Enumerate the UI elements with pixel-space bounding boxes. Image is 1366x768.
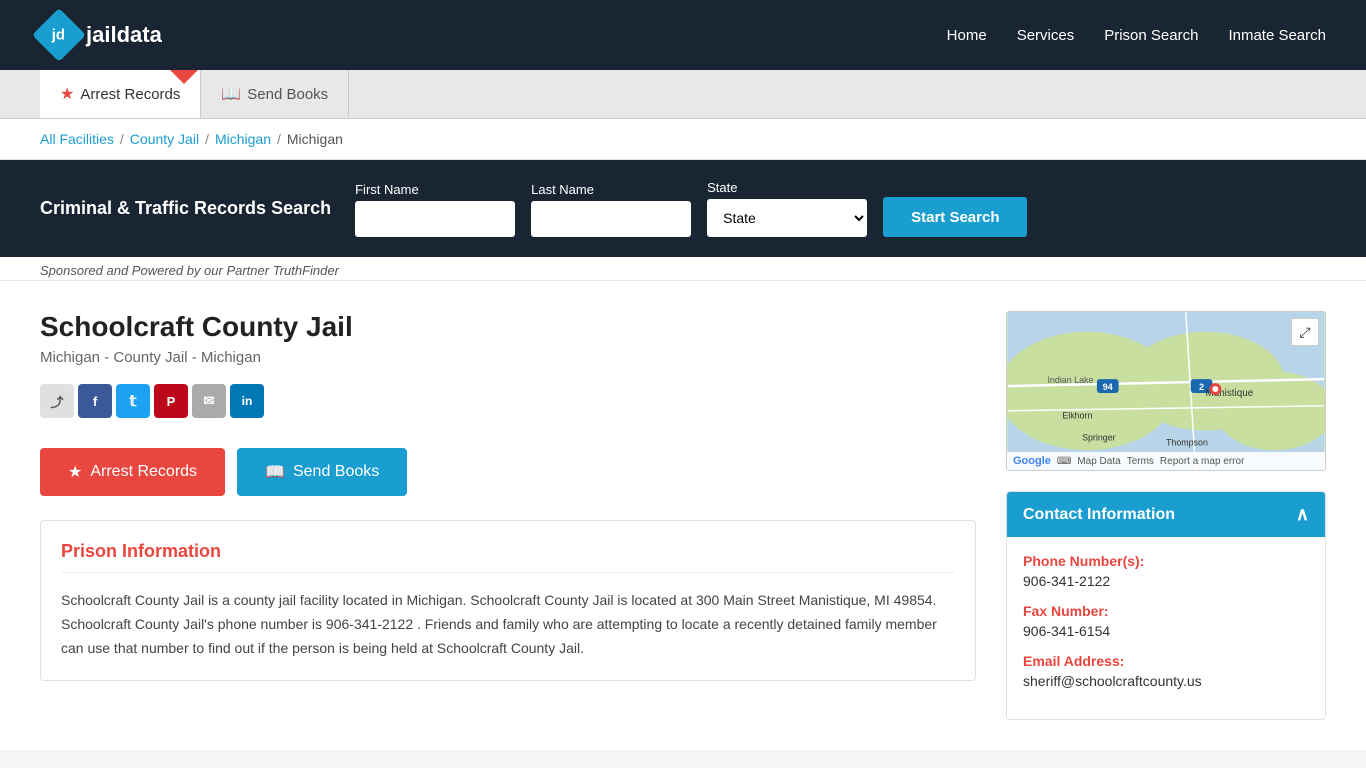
content-left: Schoolcraft County Jail Michigan - Count… — [40, 311, 976, 720]
contact-body: Phone Number(s): 906-341-2122 Fax Number… — [1007, 537, 1325, 719]
report-error-link[interactable]: Report a map error — [1160, 456, 1244, 467]
email-value: sheriff@schoolcraftcounty.us — [1023, 673, 1309, 689]
phone-label: Phone Number(s): — [1023, 553, 1309, 569]
start-search-button[interactable]: Start Search — [883, 197, 1027, 237]
logo-diamond: jd — [32, 8, 86, 62]
send-books-label: Send Books — [293, 463, 379, 481]
breadcrumb-sep-3: / — [277, 131, 281, 147]
svg-text:94: 94 — [1103, 382, 1113, 392]
social-twitter-button[interactable]: 𝕥 — [116, 384, 150, 418]
breadcrumb-sep-1: / — [120, 131, 124, 147]
prison-info-card: Prison Information Schoolcraft County Ja… — [40, 520, 976, 681]
terms-link[interactable]: Terms — [1127, 456, 1154, 467]
breadcrumb-current: Michigan — [287, 131, 343, 147]
nav-links: Home Services Prison Search Inmate Searc… — [947, 27, 1326, 44]
star-icon-btn: ★ — [68, 462, 82, 482]
map-svg: 94 2 Indian Lake Elkhorn Manistique Spri… — [1007, 312, 1325, 470]
prison-info-text: Schoolcraft County Jail is a county jail… — [61, 589, 955, 660]
search-banner-title: Criminal & Traffic Records Search — [40, 196, 331, 221]
send-books-button[interactable]: 📖 Send Books — [237, 448, 407, 496]
brand-logo[interactable]: jd jaildata — [40, 16, 162, 54]
social-icons: ⤴ f 𝕥 P ✉ in — [40, 384, 976, 418]
social-facebook-button[interactable]: f — [78, 384, 112, 418]
map-data-link[interactable]: Map Data — [1077, 456, 1120, 467]
fax-value: 906-341-6154 — [1023, 623, 1309, 639]
breadcrumb-county-jail[interactable]: County Jail — [130, 131, 199, 147]
tab-arrest-records-label: Arrest Records — [80, 86, 180, 103]
svg-text:Indian Lake: Indian Lake — [1048, 375, 1094, 385]
breadcrumb-all-facilities[interactable]: All Facilities — [40, 131, 114, 147]
breadcrumb-michigan-link[interactable]: Michigan — [215, 131, 271, 147]
fax-label: Fax Number: — [1023, 603, 1309, 619]
search-fields: First Name Last Name State State Alabama… — [355, 180, 1326, 237]
last-name-field: Last Name — [531, 182, 691, 237]
sub-nav: ★ Arrest Records 📖 Send Books — [0, 70, 1366, 119]
breadcrumb: All Facilities / County Jail / Michigan … — [0, 119, 1366, 160]
book-icon: 📖 — [221, 84, 241, 104]
map-footer: Google ⌨ Map Data Terms Report a map err… — [1007, 452, 1325, 470]
book-icon-btn: 📖 — [265, 462, 285, 482]
search-banner: Criminal & Traffic Records Search First … — [0, 160, 1366, 257]
nav-home[interactable]: Home — [947, 27, 987, 44]
first-name-input[interactable] — [355, 201, 515, 237]
social-pinterest-button[interactable]: P — [154, 384, 188, 418]
map-container: 94 2 Indian Lake Elkhorn Manistique Spri… — [1006, 311, 1326, 471]
last-name-label: Last Name — [531, 182, 691, 197]
map-expand-button[interactable]: ⤢ — [1291, 318, 1319, 346]
nav-prison-search[interactable]: Prison Search — [1104, 27, 1198, 44]
contact-title: Contact Information — [1023, 506, 1175, 524]
phone-value: 906-341-2122 — [1023, 573, 1309, 589]
chevron-up-icon: ∧ — [1296, 504, 1309, 525]
social-share-button[interactable]: ⤴ — [40, 384, 74, 418]
action-buttons: ★ Arrest Records 📖 Send Books — [40, 448, 976, 496]
email-label: Email Address: — [1023, 653, 1309, 669]
prison-info-title: Prison Information — [61, 541, 955, 573]
facility-subtitle: Michigan - County Jail - Michigan — [40, 349, 976, 366]
nav-services[interactable]: Services — [1017, 27, 1075, 44]
brand-name: jaildata — [86, 22, 162, 48]
contact-card: Contact Information ∧ Phone Number(s): 9… — [1006, 491, 1326, 720]
arrest-records-label: Arrest Records — [90, 463, 197, 481]
content-right: 94 2 Indian Lake Elkhorn Manistique Spri… — [1006, 311, 1326, 720]
contact-header[interactable]: Contact Information ∧ — [1007, 492, 1325, 537]
logo-text: jd — [52, 27, 65, 44]
tab-arrest-records[interactable]: ★ Arrest Records — [40, 70, 201, 118]
main-content: Schoolcraft County Jail Michigan - Count… — [0, 281, 1366, 750]
tab-send-books-label: Send Books — [247, 86, 328, 103]
state-select[interactable]: State AlabamaAlaskaArizona ArkansasCalif… — [707, 199, 867, 237]
tab-send-books[interactable]: 📖 Send Books — [201, 70, 349, 118]
brand-suffix: data — [117, 22, 162, 47]
star-icon: ★ — [60, 84, 74, 104]
svg-text:Thompson: Thompson — [1166, 437, 1208, 447]
svg-text:Springer: Springer — [1082, 432, 1116, 442]
sponsored-text: Sponsored and Powered by our Partner Tru… — [0, 257, 1366, 281]
state-field: State State AlabamaAlaskaArizona Arkansa… — [707, 180, 867, 237]
google-logo: Google — [1013, 455, 1051, 467]
svg-text:2: 2 — [1199, 382, 1204, 392]
facility-title: Schoolcraft County Jail — [40, 311, 976, 343]
keyboard-icon: ⌨ — [1057, 456, 1071, 467]
last-name-input[interactable] — [531, 201, 691, 237]
first-name-label: First Name — [355, 182, 515, 197]
nav-inmate-search[interactable]: Inmate Search — [1228, 27, 1326, 44]
navbar: jd jaildata Home Services Prison Search … — [0, 0, 1366, 70]
breadcrumb-sep-2: / — [205, 131, 209, 147]
arrest-records-button[interactable]: ★ Arrest Records — [40, 448, 225, 496]
first-name-field: First Name — [355, 182, 515, 237]
social-linkedin-button[interactable]: in — [230, 384, 264, 418]
brand-prefix: jail — [86, 22, 117, 47]
state-label: State — [707, 180, 867, 195]
svg-text:Elkhorn: Elkhorn — [1062, 411, 1092, 421]
social-email-button[interactable]: ✉ — [192, 384, 226, 418]
